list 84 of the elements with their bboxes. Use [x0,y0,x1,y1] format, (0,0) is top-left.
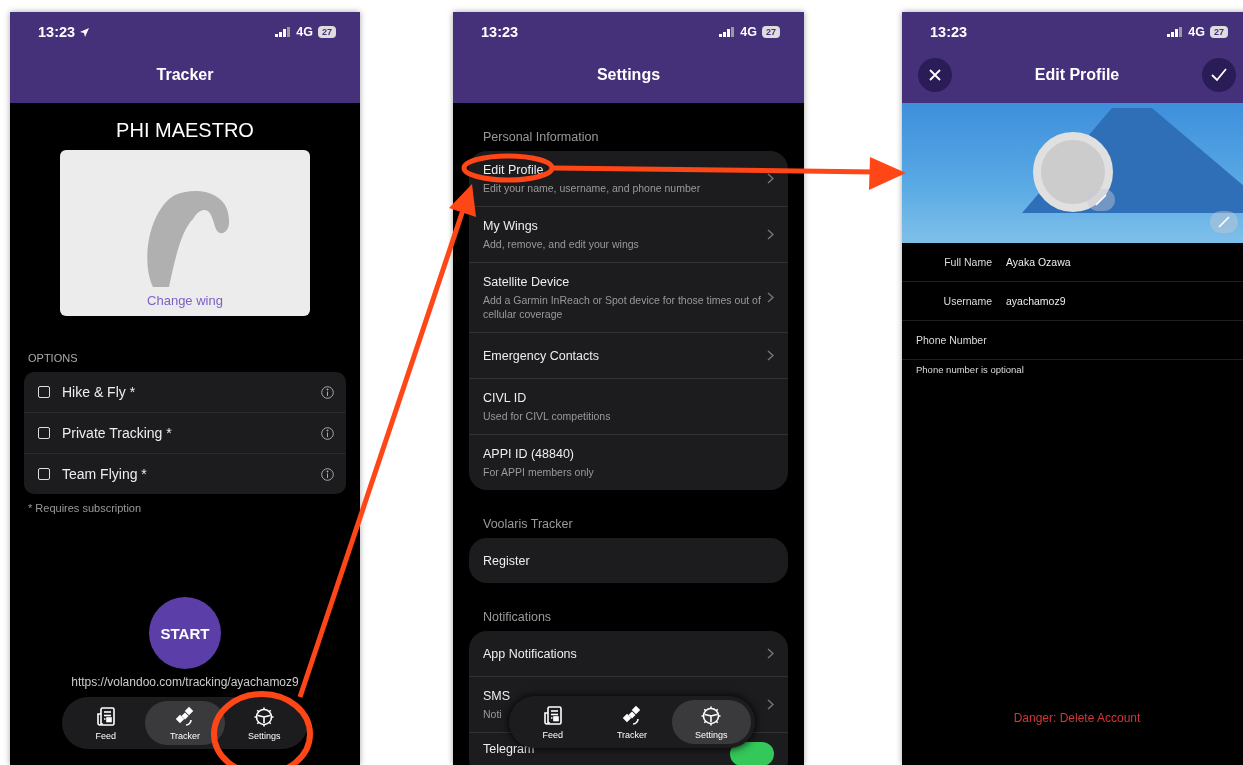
checkbox[interactable] [38,468,50,480]
battery-level: 27 [762,26,780,38]
field-label: Username [942,295,992,307]
section-header: OPTIONS [28,352,79,364]
confirm-button[interactable] [1202,57,1236,92]
signal-icon [719,27,736,37]
settings-icon [253,705,276,728]
chevron-icon [767,699,774,710]
setting-title[interactable]: Telegram [483,742,535,756]
satellite-icon [621,704,643,727]
chevron-icon [767,173,774,184]
option-label: Private Tracking * [62,425,173,441]
section-header: Notifications [483,610,553,624]
chevron-icon [767,350,774,361]
edit-avatar-button[interactable] [1087,189,1115,211]
checkmark-icon [1211,67,1227,82]
option-label: Team Flying * [62,466,148,482]
setting-title[interactable]: Emergency Contacts [483,348,600,363]
info-icon[interactable] [321,467,334,481]
footnote: * Requires subscription [28,502,143,514]
setting-title[interactable]: Satellite Device [483,274,570,289]
screen-title: Edit Profile [1033,65,1121,84]
newspaper-icon [94,705,117,728]
chevron-icon [767,648,774,659]
location-arrow-icon [79,26,91,38]
field-label: Full Name [943,256,992,268]
checkbox[interactable] [38,427,50,439]
setting-subtitle: Edit your name, username, and phone number [483,180,701,195]
network-type: 4G [740,25,757,39]
settings-icon [700,704,723,727]
signal-icon [1167,27,1184,37]
toggle-switch[interactable] [730,742,774,765]
option-label: Hike & Fly * [62,384,137,400]
setting-title[interactable]: Register [483,553,530,568]
setting-title[interactable]: APPI ID (48840) [483,446,574,461]
setting-title[interactable]: CIVL ID [483,390,527,405]
checkbox[interactable] [38,386,50,398]
network-type: 4G [1188,25,1205,39]
pencil-icon [1218,216,1230,228]
close-icon [928,67,942,82]
status-time: 13:23 [38,24,76,40]
setting-subtitle: Add, remove, and edit your wings [483,236,639,251]
field-value[interactable]: Ayaka Ozawa [1006,256,1071,268]
tracking-url: https://volandoo.com/tracking/ayachamoz9 [70,675,300,689]
wing-name: PHI MAESTRO [115,119,255,142]
chevron-icon [767,229,774,240]
tab[interactable]: Settings [224,701,304,745]
delete-account-link[interactable]: Danger: Delete Account [902,711,1243,725]
setting-title[interactable]: Edit Profile [483,162,544,177]
setting-subtitle: Used for CIVL competitions [483,408,611,423]
setting-subtitle: Add a Garmin InReach or Spot device for those times out of cellular coverage [483,292,762,321]
battery-level: 27 [318,26,336,38]
setting-title[interactable]: App Notifications [483,646,577,661]
setting-title[interactable]: My Wings [483,218,538,233]
helper-text: Phone number is optional [916,364,1025,375]
close-button[interactable] [918,57,952,92]
newspaper-icon [541,704,564,727]
tab[interactable]: Feed [66,701,146,745]
screen-title: Settings [595,65,662,84]
pencil-icon [1095,194,1107,206]
start-button[interactable]: START [149,597,221,669]
section-header: Personal Information [483,130,600,144]
field-value[interactable]: ayachamoz9 [1006,295,1066,307]
field-label: Phone Number [916,334,987,346]
status-time: 13:23 [481,24,519,40]
tab[interactable]: Tracker [592,700,672,744]
tab[interactable]: Tracker [145,701,225,745]
wing-card[interactable]: Change wing [60,150,310,316]
tab[interactable]: Feed [513,700,593,744]
setting-title[interactable]: SMS [483,688,511,703]
status-time: 13:23 [930,24,968,40]
info-icon[interactable] [321,426,334,440]
battery-level: 27 [1210,26,1228,38]
edit-cover-button[interactable] [1210,211,1238,233]
info-icon[interactable] [321,385,334,399]
tab[interactable]: Settings [671,700,751,744]
chevron-icon [767,292,774,303]
network-type: 4G [296,25,313,39]
signal-icon [275,27,292,37]
satellite-icon [174,705,196,728]
section-header: Voolaris Tracker [483,517,574,531]
setting-subtitle: For APPI members only [483,464,594,479]
screen-title: Tracker [155,65,215,84]
setting-subtitle: Noti [483,706,502,721]
